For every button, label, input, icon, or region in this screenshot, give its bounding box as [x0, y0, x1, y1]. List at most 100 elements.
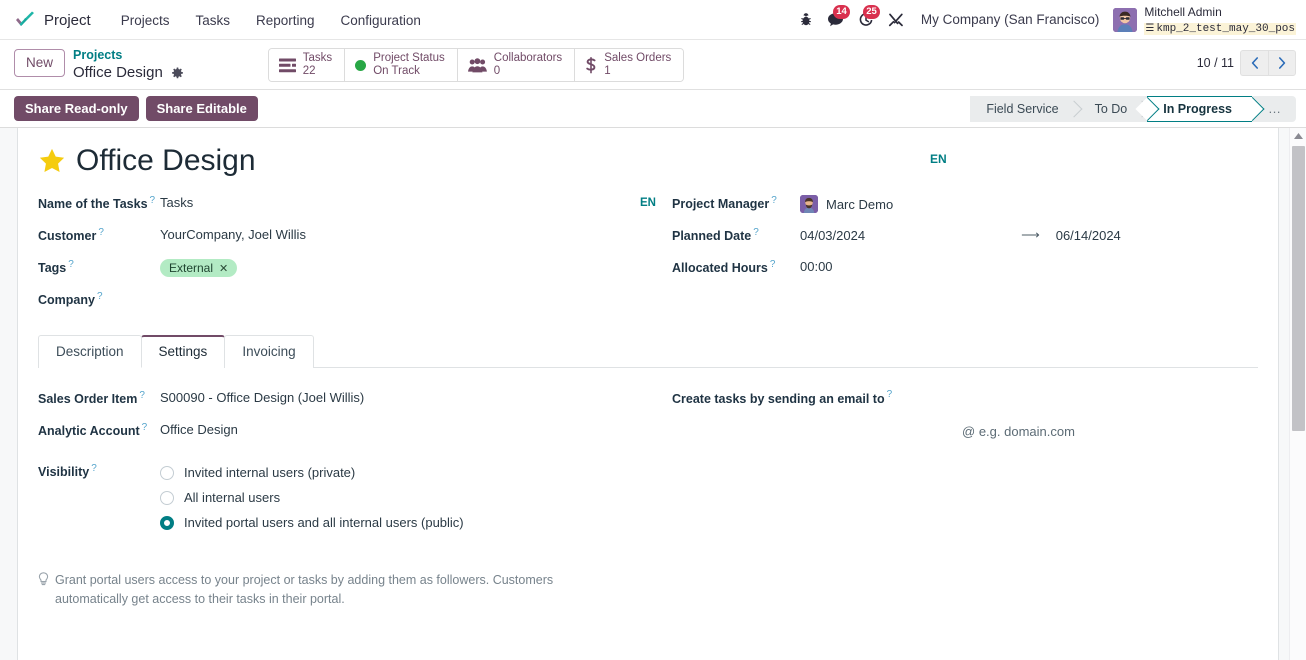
close-icon[interactable]: ✕ [219, 262, 228, 275]
radio-invited-portal-public[interactable]: Invited portal users and all internal us… [160, 515, 662, 530]
field-value-sales-order-item[interactable]: S00090 - Office Design (Joel Willis) [160, 389, 662, 405]
help-icon[interactable]: ? [91, 463, 97, 474]
star-favorite-icon[interactable] [38, 147, 66, 175]
stat-text-sales-orders: Sales Orders 1 [604, 52, 671, 78]
tab-description[interactable]: Description [38, 335, 142, 369]
tag-chip-external[interactable]: External ✕ [160, 259, 238, 278]
radio-label: Invited internal users (private) [184, 465, 356, 481]
radio-mark[interactable] [160, 465, 174, 480]
share-read-only-button[interactable]: Share Read-only [14, 96, 139, 122]
field-value-allocated-hours[interactable]: 00:00 [800, 258, 1222, 274]
radio-mark-selected[interactable] [160, 515, 174, 530]
help-icon[interactable]: ? [97, 291, 103, 302]
scrollbar-thumb[interactable] [1292, 146, 1305, 432]
field-value-analytic-account[interactable]: Office Design [160, 421, 662, 437]
help-icon[interactable]: ? [68, 259, 74, 270]
radio-all-internal-users[interactable]: All internal users [160, 490, 662, 505]
gear-icon[interactable] [171, 66, 184, 80]
field-email-alias: Create tasks by sending an email to? @ e… [672, 384, 1222, 443]
messages-icon[interactable]: 14 [821, 4, 851, 35]
email-alias-placeholder: e.g. domain.com [978, 423, 1075, 439]
top-navbar: Project Projects Tasks Reporting Configu… [0, 0, 1306, 40]
help-icon[interactable]: ? [771, 195, 777, 206]
label-text-project-manager: Project Manager [672, 197, 770, 212]
tab-invoicing[interactable]: Invoicing [224, 335, 314, 369]
field-label-allocated-hours: Allocated Hours? [672, 258, 800, 275]
pager: 10 / 11 [1197, 50, 1296, 76]
stat-button-sales-orders[interactable]: Sales Orders 1 [575, 49, 684, 81]
field-analytic-account: Analytic Account? Office Design [38, 416, 662, 448]
field-label-analytic-account: Analytic Account? [38, 421, 160, 438]
field-value-name-of-tasks[interactable]: Tasks EN [160, 194, 662, 210]
field-value-tags[interactable]: External ✕ [160, 258, 662, 278]
breadcrumb-projects[interactable]: Projects [73, 48, 184, 64]
help-icon[interactable]: ? [150, 195, 156, 206]
new-button[interactable]: New [14, 49, 66, 78]
menu-projects[interactable]: Projects [109, 7, 182, 34]
radio-mark[interactable] [160, 490, 174, 505]
field-project-manager: Project Manager? Marc Demo [672, 189, 1222, 221]
menu-configuration[interactable]: Configuration [329, 7, 433, 34]
bug-icon[interactable] [791, 5, 821, 35]
tools-icon[interactable] [881, 5, 911, 35]
stat-button-tasks[interactable]: Tasks 22 [268, 49, 346, 81]
stat-label-collaborators: Collaborators [493, 51, 563, 64]
company-switcher[interactable]: My Company (San Francisco) [911, 12, 1110, 27]
user-menu[interactable]: Mitchell Admin ☰ kmp_2_test_may_30_pos [1109, 5, 1296, 36]
activities-badge: 25 [863, 4, 880, 19]
stat-value-project-status: On Track [373, 65, 420, 77]
scroll-up-arrow-icon[interactable] [1290, 128, 1306, 144]
label-text-allocated-hours: Allocated Hours [672, 261, 768, 276]
chevron-left-icon[interactable] [1240, 50, 1268, 76]
stage-in-progress[interactable]: In Progress [1147, 95, 1252, 122]
stat-button-project-status[interactable]: Project Status On Track [345, 49, 458, 81]
pager-buttons [1240, 50, 1296, 76]
field-label-visibility: Visibility? [38, 462, 160, 479]
portal-access-tip: Grant portal users access to your projec… [38, 571, 598, 609]
pager-count[interactable]: 10 / 11 [1197, 56, 1234, 70]
field-value-customer[interactable]: YourCompany, Joel Willis [160, 226, 662, 242]
radio-invited-internal-private[interactable]: Invited internal users (private) [160, 465, 662, 480]
field-label-company: Company? [38, 290, 160, 307]
settings-column-left: Sales Order Item? S00090 - Office Design… [38, 384, 662, 609]
help-icon[interactable]: ? [770, 259, 776, 270]
label-text-planned-date: Planned Date [672, 229, 752, 244]
arrow-right-icon: ⟶ [1021, 227, 1040, 243]
field-value-company[interactable] [160, 290, 662, 291]
field-translation-badge[interactable]: EN [640, 197, 662, 209]
planned-date-end[interactable]: 06/14/2024 [1056, 228, 1121, 243]
help-icon[interactable]: ? [753, 227, 759, 238]
help-icon[interactable]: ? [98, 227, 104, 238]
stage-field-service[interactable]: Field Service [970, 95, 1079, 122]
field-planned-date: Planned Date? 04/03/2024 ⟶ 06/14/2024 [672, 221, 1222, 253]
stat-buttons: Tasks 22 Project Status On Track Collabo… [267, 48, 685, 82]
email-alias-value[interactable]: @ e.g. domain.com [962, 424, 1222, 439]
help-icon[interactable]: ? [142, 422, 148, 433]
list-icon [278, 58, 296, 73]
help-icon[interactable]: ? [139, 390, 145, 401]
stat-label-sales-orders: Sales Orders [604, 51, 672, 64]
menu-tasks[interactable]: Tasks [183, 7, 242, 34]
form-column-left: Name of the Tasks? Tasks EN Customer? Yo… [38, 189, 662, 317]
tab-settings[interactable]: Settings [140, 335, 226, 369]
app-brand[interactable]: Project [14, 11, 91, 29]
planned-date-start[interactable]: 04/03/2024 [800, 228, 865, 243]
activities-clock-icon[interactable]: 25 [851, 4, 881, 35]
field-value-project-manager[interactable]: Marc Demo [800, 194, 1222, 214]
menu-reporting[interactable]: Reporting [244, 7, 327, 34]
label-text-customer: Customer [38, 229, 97, 244]
vertical-scrollbar[interactable] [1289, 128, 1306, 660]
label-text-visibility: Visibility [38, 465, 90, 480]
tip-text: Grant portal users access to your projec… [55, 573, 554, 607]
share-editable-button[interactable]: Share Editable [145, 96, 258, 122]
field-value-visibility: Invited internal users (private) All int… [160, 462, 662, 530]
control-panel: New Projects Office Design Tasks 22 Proj… [0, 40, 1306, 91]
stat-button-collaborators[interactable]: Collaborators 0 [457, 49, 576, 81]
visibility-radio-group: Invited internal users (private) All int… [160, 463, 662, 530]
field-company: Company? [38, 285, 662, 317]
stat-value-collaborators: 0 [493, 65, 501, 77]
title-translation-badge[interactable]: EN [930, 152, 947, 166]
help-icon[interactable]: ? [887, 389, 893, 400]
chevron-right-icon[interactable] [1268, 50, 1296, 76]
user-info: Mitchell Admin ☰ kmp_2_test_may_30_pos [1144, 5, 1296, 36]
